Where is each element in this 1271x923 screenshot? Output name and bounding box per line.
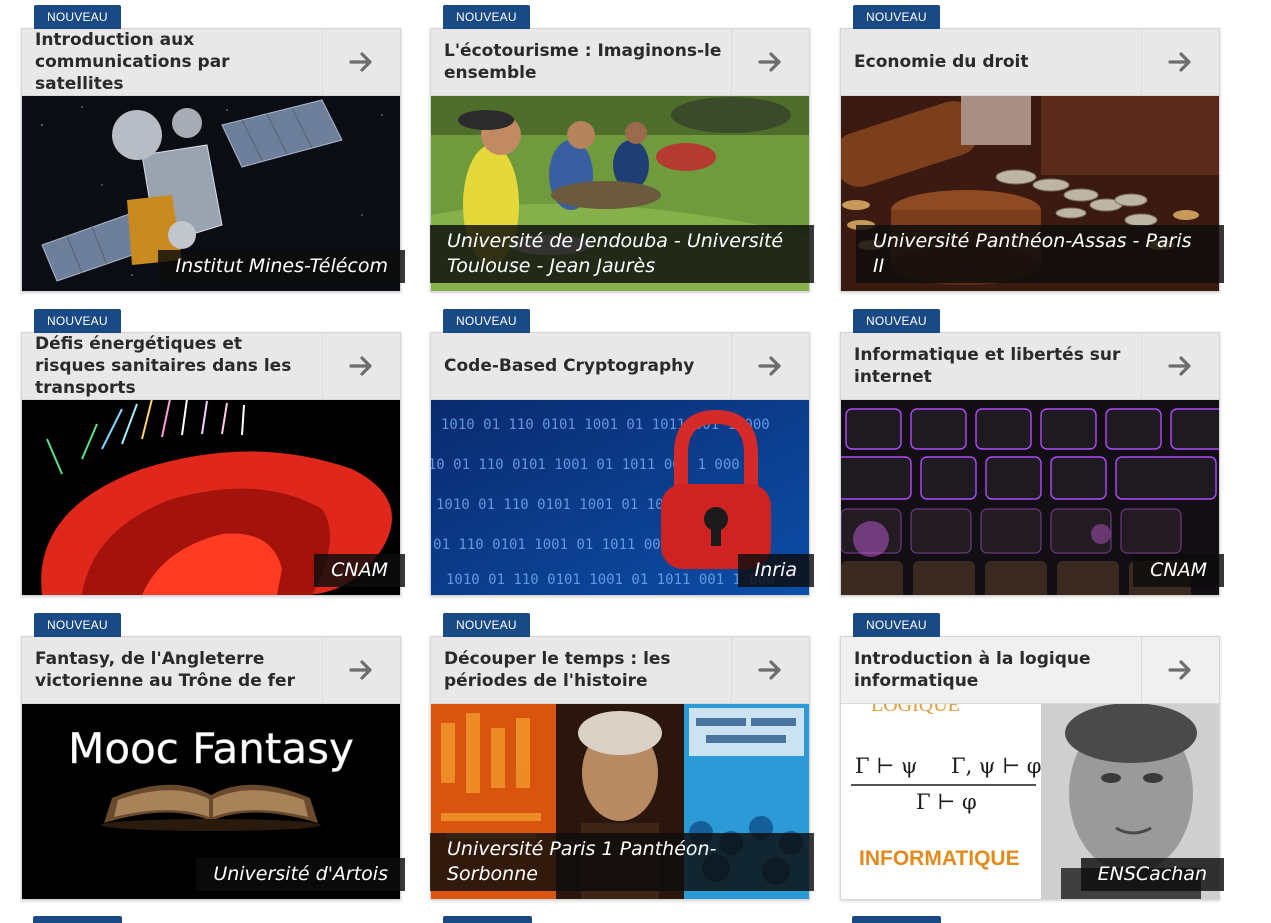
institution-label: Université Paris 1 Panthéon-Sorbonne [430, 833, 814, 891]
new-badge-partial [443, 916, 532, 923]
new-badge: NOUVEAU [853, 5, 940, 29]
new-badge: NOUVEAU [853, 309, 940, 333]
course-card[interactable]: NOUVEAU Découper le temps : les périodes… [430, 613, 814, 900]
svg-text:1010 01 110 0101 1001 01 1011: 1010 01 110 0101 1001 01 1011 001 1 000 [431, 457, 740, 473]
course-grid: NOUVEAU Introduction aux communications … [0, 0, 1271, 923]
svg-text:1010 01 110 0101 1001 01 1011: 1010 01 110 0101 1001 01 1011 001 1 000 [446, 572, 775, 588]
institution-label: CNAM [314, 554, 405, 587]
arrow-right-icon [349, 659, 375, 681]
new-badge-partial [33, 916, 122, 923]
open-course-button[interactable] [1141, 333, 1219, 399]
open-course-button[interactable] [322, 29, 400, 95]
course-card[interactable]: NOUVEAU Introduction aux communications … [21, 5, 405, 292]
course-card[interactable]: NOUVEAU L'écotourisme : Imaginons-le ens… [430, 5, 814, 292]
new-badge: NOUVEAU [443, 5, 530, 29]
arrow-right-icon [1168, 355, 1194, 377]
card-header: L'écotourisme : Imaginons-le ensemble [431, 29, 809, 96]
new-badge: NOUVEAU [34, 613, 121, 637]
course-title[interactable]: Code-Based Cryptography [444, 333, 726, 399]
card-header: Introduction à la logique informatique [841, 637, 1219, 704]
course-title[interactable]: Informatique et libertés sur internet [854, 333, 1136, 399]
new-badge-partial [852, 916, 941, 923]
new-badge: NOUVEAU [853, 613, 940, 637]
svg-text:Γ ⊢ φ: Γ ⊢ φ [916, 790, 977, 814]
institution-label: Université de Jendouba - Université Toul… [430, 225, 814, 283]
new-badge: NOUVEAU [34, 309, 121, 333]
course-title[interactable]: Introduction à la logique informatique [854, 637, 1136, 703]
open-course-button[interactable] [731, 29, 809, 95]
institution-label: Université d'Artois [196, 858, 405, 891]
course-title[interactable]: Introduction aux communications par sate… [35, 29, 317, 95]
course-card[interactable]: NOUVEAU Introduction à la logique inform… [840, 613, 1224, 900]
course-title[interactable]: L'écotourisme : Imaginons-le ensemble [444, 29, 726, 95]
institution-label: ENSCachan [1080, 858, 1224, 891]
card-header: Défis énergétiques et risques sanitaires… [22, 333, 400, 400]
card-header: Découper le temps : les périodes de l'hi… [431, 637, 809, 704]
institution-label: Institut Mines-Télécom [158, 250, 405, 283]
institution-label: Inria [737, 554, 814, 587]
card-header: Economie du droit [841, 29, 1219, 96]
open-course-button[interactable] [1141, 637, 1219, 703]
institution-label: Université Panthéon-Assas - Paris II [856, 225, 1224, 283]
institution-label: CNAM [1133, 554, 1224, 587]
new-badge: NOUVEAU [34, 5, 121, 29]
card-header: Fantasy, de l'Angleterre victorienne au … [22, 637, 400, 704]
svg-text:Γ, ψ ⊢ φ: Γ, ψ ⊢ φ [951, 754, 1042, 778]
svg-text:INFORMATIQUE: INFORMATIQUE [859, 847, 1020, 870]
new-badge: NOUVEAU [443, 309, 530, 333]
course-card[interactable]: NOUVEAU Economie du droit Université Pan… [840, 5, 1224, 292]
card-header: Code-Based Cryptography [431, 333, 809, 400]
open-course-button[interactable] [322, 333, 400, 399]
course-card[interactable]: NOUVEAU Défis énergétiques et risques sa… [21, 309, 405, 596]
open-course-button[interactable] [731, 637, 809, 703]
open-course-button[interactable] [731, 333, 809, 399]
course-card[interactable]: NOUVEAU Code-Based Cryptography 1010 01 … [430, 309, 814, 596]
open-course-button[interactable] [1141, 29, 1219, 95]
arrow-right-icon [1168, 51, 1194, 73]
course-title[interactable]: Economie du droit [854, 29, 1136, 95]
course-title[interactable]: Fantasy, de l'Angleterre victorienne au … [35, 637, 317, 703]
arrow-right-icon [349, 355, 375, 377]
arrow-right-icon [758, 355, 784, 377]
card-header: Informatique et libertés sur internet [841, 333, 1219, 400]
arrow-right-icon [1168, 659, 1194, 681]
svg-text:LOGIQUE: LOGIQUE [871, 703, 960, 716]
svg-text:Mooc Fantasy: Mooc Fantasy [68, 724, 354, 773]
arrow-right-icon [758, 659, 784, 681]
open-course-button[interactable] [322, 637, 400, 703]
course-card[interactable]: NOUVEAU Fantasy, de l'Angleterre victori… [21, 613, 405, 900]
course-card[interactable]: NOUVEAU Informatique et libertés sur int… [840, 309, 1224, 596]
svg-text:Γ ⊢ ψ: Γ ⊢ ψ [855, 754, 917, 778]
course-title[interactable]: Défis énergétiques et risques sanitaires… [35, 333, 317, 399]
card-header: Introduction aux communications par sate… [22, 29, 400, 96]
arrow-right-icon [349, 51, 375, 73]
arrow-right-icon [758, 51, 784, 73]
new-badge: NOUVEAU [443, 613, 530, 637]
course-title[interactable]: Découper le temps : les périodes de l'hi… [444, 637, 726, 703]
